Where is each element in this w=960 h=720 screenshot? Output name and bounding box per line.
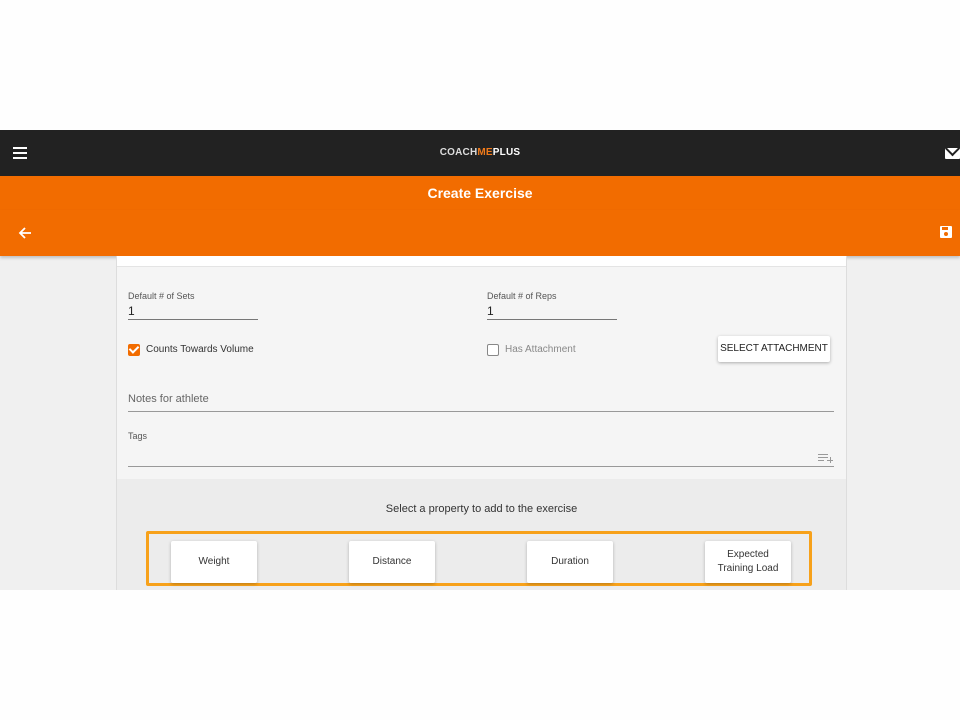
reps-input[interactable]: 1 bbox=[487, 304, 494, 318]
mail-icon[interactable] bbox=[945, 148, 960, 159]
action-bar bbox=[0, 210, 960, 256]
counts-volume-checkbox[interactable] bbox=[128, 344, 140, 356]
property-section: Select a property to add to the exercise… bbox=[117, 479, 846, 590]
playlist-add-icon[interactable] bbox=[818, 454, 833, 464]
select-attachment-button[interactable]: SELECT ATTACHMENT bbox=[718, 336, 830, 362]
sets-label: Default # of Sets bbox=[128, 291, 195, 301]
save-icon[interactable] bbox=[940, 226, 952, 238]
property-prompt: Select a property to add to the exercise bbox=[385, 503, 578, 515]
sets-underline bbox=[128, 319, 258, 320]
card-top-strip bbox=[117, 256, 846, 267]
app-logo: COACHMEPLUS bbox=[439, 147, 521, 158]
property-weight-button[interactable]: Weight bbox=[171, 541, 257, 583]
counts-volume-label: Counts Towards Volume bbox=[146, 344, 254, 355]
reps-underline bbox=[487, 319, 617, 320]
has-attachment-label: Has Attachment bbox=[505, 344, 576, 355]
property-buttons-group: Weight Distance Duration Expected Traini… bbox=[146, 531, 812, 586]
notes-input[interactable]: Notes for athlete bbox=[128, 393, 209, 405]
tags-underline bbox=[128, 466, 834, 467]
tags-label: Tags bbox=[128, 431, 148, 441]
app-window: COACHMEPLUS Create Exercise Default # of… bbox=[0, 130, 960, 590]
reps-label: Default # of Reps bbox=[487, 291, 557, 301]
sets-input[interactable]: 1 bbox=[128, 304, 135, 318]
property-distance-button[interactable]: Distance bbox=[349, 541, 435, 583]
property-duration-button[interactable]: Duration bbox=[527, 541, 613, 583]
back-arrow-icon[interactable] bbox=[18, 224, 36, 242]
notes-underline bbox=[128, 411, 834, 412]
exercise-form: Default # of Sets 1 Default # of Reps 1 … bbox=[116, 256, 847, 590]
page-title: Create Exercise bbox=[0, 176, 960, 211]
property-training-load-button[interactable]: Expected Training Load bbox=[705, 541, 791, 583]
has-attachment-checkbox[interactable] bbox=[487, 344, 499, 356]
top-bar: COACHMEPLUS bbox=[0, 130, 960, 176]
